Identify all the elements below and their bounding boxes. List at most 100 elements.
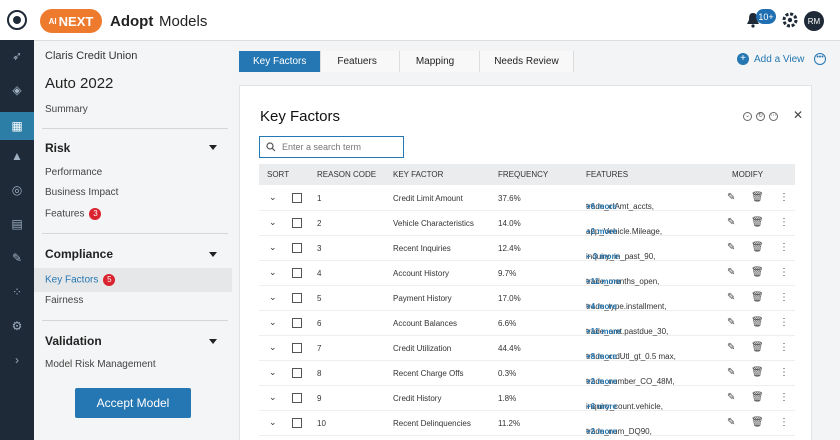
edit-icon[interactable]: ✎ xyxy=(0,244,34,272)
more-vertical-icon[interactable]: ⋮ xyxy=(779,342,789,353)
table-row[interactable]: ⌄ 6 Account Balances 6.6% trade_amt.pastdue_… xyxy=(259,311,795,336)
edit-icon[interactable]: ✎ xyxy=(727,417,735,428)
edit-icon[interactable]: ✎ xyxy=(727,367,735,378)
nav-models[interactable]: Models xyxy=(159,13,207,30)
chart-icon[interactable]: ⁘ xyxy=(0,278,34,306)
chevron-down-icon[interactable] xyxy=(209,252,217,257)
expand-icon[interactable]: › xyxy=(0,346,34,374)
more-features-link[interactable]: +8 more xyxy=(586,352,617,361)
models-icon[interactable]: ▦ xyxy=(0,112,34,140)
tab-needs-review[interactable]: Needs Review xyxy=(480,51,574,72)
trash-icon[interactable]: 🗑 xyxy=(751,192,764,203)
section-risk[interactable]: Risk xyxy=(45,141,70,155)
edit-icon[interactable]: ✎ xyxy=(727,242,735,253)
tab-key-factors[interactable]: Key Factors xyxy=(239,51,322,72)
row-checkbox[interactable] xyxy=(292,218,302,228)
expand-row-icon[interactable]: ⌄ xyxy=(269,367,277,378)
compass-icon[interactable]: ◎ xyxy=(0,176,34,204)
expand-row-icon[interactable]: ⌄ xyxy=(269,342,277,353)
expand-row-icon[interactable]: ⌄ xyxy=(269,417,277,428)
more-features-link[interactable]: +4 more xyxy=(586,302,617,311)
more-features-link[interactable]: +11 more xyxy=(586,327,621,336)
nav-adopt[interactable]: Adopt xyxy=(110,13,153,30)
app-logo-icon[interactable] xyxy=(0,0,34,40)
expand-row-icon[interactable]: ⌄ xyxy=(269,392,277,403)
more-vertical-icon[interactable]: ⋮ xyxy=(779,392,789,403)
more-vertical-icon[interactable]: ⋮ xyxy=(779,267,789,278)
row-checkbox[interactable] xyxy=(292,293,302,303)
refresh-icon[interactable]: ↻ xyxy=(756,112,765,121)
section-compliance[interactable]: Compliance xyxy=(45,247,113,261)
table-row[interactable]: ⌄ 7 Credit Utilization 44.4% trade_crdUtl_gt… xyxy=(259,336,795,361)
nav-features[interactable]: Features 3 xyxy=(45,208,102,220)
row-checkbox[interactable] xyxy=(292,418,302,428)
trash-icon[interactable]: 🗑 xyxy=(751,317,764,328)
add-view-button[interactable]: + Add a View xyxy=(737,53,804,65)
trash-icon[interactable]: 🗑 xyxy=(751,242,764,253)
more-features-link[interactable]: +2 more xyxy=(586,427,617,436)
settings-icon[interactable]: ⚙ xyxy=(0,312,34,340)
more-vertical-icon[interactable]: ⋮ xyxy=(779,417,789,428)
edit-icon[interactable]: ✎ xyxy=(727,192,735,203)
row-checkbox[interactable] xyxy=(292,318,302,328)
documents-icon[interactable]: ▤ xyxy=(0,210,34,238)
row-checkbox[interactable] xyxy=(292,268,302,278)
edit-icon[interactable]: ✎ xyxy=(727,342,735,353)
layers-icon[interactable]: ◈ xyxy=(0,76,34,104)
table-row[interactable]: ⌄ 9 Credit History 1.8% inquiry_count.vehicl… xyxy=(259,386,795,411)
more-options-icon[interactable]: ••• xyxy=(814,53,826,65)
triangle-icon[interactable]: ▲ xyxy=(0,142,34,170)
collapse-icon[interactable]: ⌄ xyxy=(743,112,752,121)
edit-icon[interactable]: ✎ xyxy=(727,217,735,228)
table-row[interactable]: ⌄ 3 Recent Inquiries 12.4% inquiry_in_past_9… xyxy=(259,236,795,261)
row-checkbox[interactable] xyxy=(292,368,302,378)
brand-logo[interactable]: AI NEXT xyxy=(40,9,102,33)
more-vertical-icon[interactable]: ⋮ xyxy=(779,242,789,253)
more-features-link[interactable]: +2 more xyxy=(586,227,617,236)
expand-row-icon[interactable]: ⌄ xyxy=(269,217,277,228)
col-sort[interactable]: SORT xyxy=(267,170,289,179)
more-vertical-icon[interactable]: ⋮ xyxy=(779,192,789,203)
tab-featuers[interactable]: Featuers xyxy=(321,51,400,72)
expand-row-icon[interactable]: ⌄ xyxy=(269,267,277,278)
more-features-link[interactable]: + 3 more xyxy=(586,252,619,261)
more-vertical-icon[interactable]: ⋮ xyxy=(779,317,789,328)
chevron-down-icon[interactable] xyxy=(209,339,217,344)
edit-icon[interactable]: ✎ xyxy=(727,317,735,328)
table-row[interactable]: ⌄ 2 Vehicle Characteristics 14.0% app_Vehicl… xyxy=(259,211,795,236)
nav-performance[interactable]: Performance xyxy=(45,167,102,178)
expand-row-icon[interactable]: ⌄ xyxy=(269,292,277,303)
trash-icon[interactable]: 🗑 xyxy=(751,267,764,278)
row-checkbox[interactable] xyxy=(292,243,302,253)
section-validation[interactable]: Validation xyxy=(45,334,102,348)
trash-icon[interactable]: 🗑 xyxy=(751,342,764,353)
table-row[interactable]: ⌄ 10 Recent Delinquencies 11.2% trade_num_DQ… xyxy=(259,411,795,436)
more-vertical-icon[interactable]: ⋮ xyxy=(779,367,789,378)
nav-key-factors[interactable]: Key Factors 5 xyxy=(45,274,116,286)
table-row[interactable]: ⌄ 4 Account History 9.7% trade_months_open, … xyxy=(259,261,795,286)
more-features-link[interactable]: +6 more xyxy=(586,402,617,411)
row-checkbox[interactable] xyxy=(292,193,302,203)
edit-icon[interactable]: ✎ xyxy=(727,292,735,303)
row-checkbox[interactable] xyxy=(292,343,302,353)
trash-icon[interactable]: 🗑 xyxy=(751,417,764,428)
edit-icon[interactable]: ✎ xyxy=(727,267,735,278)
chevron-down-icon[interactable] xyxy=(209,145,217,150)
table-row[interactable]: ⌄ 5 Payment History 17.0% trade_type.install… xyxy=(259,286,795,311)
gear-icon[interactable] xyxy=(782,12,798,33)
more-vertical-icon[interactable]: ⋮ xyxy=(779,292,789,303)
more-icon[interactable]: ⋯ xyxy=(769,112,778,121)
table-row[interactable]: ⌄ 1 Credit Limit Amount 37.6% trade_clAmt_ac… xyxy=(259,186,795,211)
more-features-link[interactable]: +6 more xyxy=(586,202,617,211)
expand-row-icon[interactable]: ⌄ xyxy=(269,317,277,328)
table-row[interactable]: ⌄ 8 Recent Charge Offs 0.3% trade_number_CO_… xyxy=(259,361,795,386)
more-features-link[interactable]: +2 more xyxy=(586,377,617,386)
close-icon[interactable]: ✕ xyxy=(793,108,803,122)
more-features-link[interactable]: +11 more xyxy=(586,277,621,286)
trash-icon[interactable]: 🗑 xyxy=(751,367,764,378)
nav-fairness[interactable]: Fairness xyxy=(45,295,83,306)
edit-icon[interactable]: ✎ xyxy=(727,392,735,403)
trash-icon[interactable]: 🗑 xyxy=(751,217,764,228)
expand-row-icon[interactable]: ⌄ xyxy=(269,242,277,253)
trash-icon[interactable]: 🗑 xyxy=(751,292,764,303)
